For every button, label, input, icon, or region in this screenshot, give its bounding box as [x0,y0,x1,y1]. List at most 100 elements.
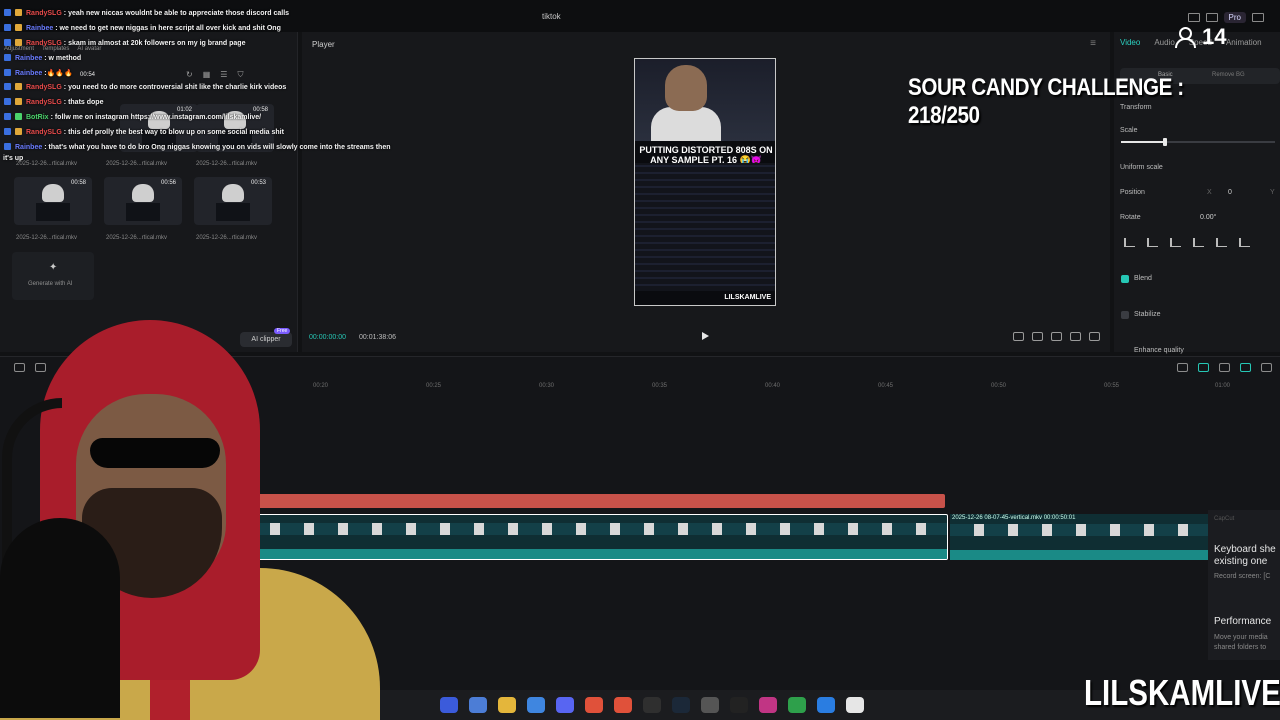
chat-message: Rainbee:🔥🔥🔥 [4,69,73,77]
taskbar-app-icon[interactable] [643,697,661,713]
taskbar-app-icon[interactable] [846,697,864,713]
thumb-label: 2025-12-26...rtical.mkv [16,161,78,167]
webcam-overlay [0,318,380,720]
chat-message: Rainbee: that's what you have to do bro … [4,143,391,151]
blend-label[interactable]: Blend [1134,275,1152,282]
preview-axis-icon[interactable] [1240,363,1251,372]
shortcut-icon[interactable] [1205,13,1218,22]
chat-message: Rainbee: w method [4,54,81,62]
scale-slider-fill [1121,141,1165,143]
grid-view-icon[interactable]: ▦ [203,70,211,80]
chat-message: RandySLG: this def prolly the best way t… [4,128,284,136]
badge-icon [4,113,11,120]
tab-animation[interactable]: Animation [1226,38,1262,47]
tips-line: Keyboard she [1214,544,1276,555]
badge-icon [15,9,22,16]
ruler-tick: 00:45 [878,383,894,389]
chat-text: : follw me on instagram https://www.inst… [50,114,262,121]
taskbar-app-icon[interactable] [672,697,690,713]
layout-icon[interactable] [1187,13,1200,22]
stabilize-checkbox[interactable] [1121,311,1129,319]
taskbar-app-icon[interactable] [759,697,777,713]
media-thumbnail[interactable]: 00:53 [194,177,272,225]
person-thumb-icon [132,184,154,202]
thumb-label: 2025-12-26...rtical.mkv [196,235,258,241]
uniform-scale-label: Uniform scale [1120,164,1163,171]
align-left-icon[interactable] [1124,238,1135,247]
link-icon[interactable] [1198,363,1209,372]
person-thumb-icon [42,184,64,202]
scale-slider-knob[interactable] [1163,138,1167,146]
play-icon[interactable] [702,332,709,340]
taskbar-app-icon[interactable] [527,697,545,713]
chat-user: Rainbee [15,55,43,62]
rotate-input[interactable]: 0.00° [1200,214,1216,221]
thumb-duration: 00:53 [250,180,266,186]
chat-text: : skam im almost at 20k followers on my … [63,40,246,47]
badge-icon [4,143,11,150]
tips-line: Move your media [1214,634,1268,641]
taskbar-app-icon[interactable] [585,697,603,713]
chat-text: : you need to do more controversial shit… [63,84,287,91]
mic-icon[interactable] [1177,363,1188,372]
clip-frames [950,524,1208,536]
taskbar-app-icon[interactable] [469,697,487,713]
quality-icon[interactable] [1070,332,1081,341]
export-icon[interactable] [1252,13,1264,22]
menu-icon[interactable]: ≡ [1090,38,1096,49]
taskbar-app-icon[interactable] [614,697,632,713]
media-thumbnail[interactable]: 00:58 [14,177,92,225]
taskbar-app-icon[interactable] [498,697,516,713]
align-middle-icon[interactable] [1216,238,1227,247]
challenge-overlay: SOUR CANDY CHALLENGE : 218/250 [908,74,1184,129]
pro-badge[interactable]: Pro [1223,12,1246,23]
refresh-icon[interactable]: ↻ [186,70,193,80]
viewer-count: 14 [1172,24,1226,50]
daw-thumb [216,203,250,221]
tips-title: Performance [1214,616,1272,627]
player-title: Player [312,40,335,49]
video-preview[interactable]: PUTTING DISTORTED 808S ON ANY SAMPLE PT.… [634,58,776,306]
badge-icon [4,83,11,90]
badge-icon [15,24,22,31]
tab-video[interactable]: Video [1120,38,1140,47]
blend-checkbox[interactable] [1121,275,1129,283]
zoom-fit-icon[interactable] [1261,363,1272,372]
timeline-clip[interactable]: 2025-12-26 08-07-45-vertical.mkv 00:00:5… [950,514,1208,560]
taskbar-app-icon[interactable] [556,697,574,713]
align-bottom-icon[interactable] [1239,238,1250,247]
badge-icon [4,54,11,61]
clip-label: 2025-12-26 08-07-45-vertical.mkv 00:00:5… [952,515,1076,521]
chat-text: : this def prolly the best way to blow u… [63,129,284,136]
taskbar-app-icon[interactable] [730,697,748,713]
filter-icon[interactable]: ⛉ [237,70,243,80]
stabilize-label[interactable]: Stabilize [1134,311,1160,318]
crop-icon[interactable] [1013,332,1024,341]
generate-with-ai-button[interactable]: ✦ Generate with AI [12,252,94,300]
align-right-icon[interactable] [1170,238,1181,247]
position-x-input[interactable]: 0 [1228,189,1232,196]
ratio-icon[interactable] [1032,332,1043,341]
sparkle-icon: ✦ [49,262,58,273]
clip-waveform [950,550,1208,560]
align-center-icon[interactable] [1147,238,1158,247]
thumb-label: 2025-12-26...rtical.mkv [106,235,168,241]
preview-handle: LILSKAMLIVE [724,294,771,301]
align-top-icon[interactable] [1193,238,1204,247]
taskbar-app-icon[interactable] [701,697,719,713]
chat-message: Rainbee: we need to get new niggas in he… [4,24,281,32]
snapshot-icon[interactable] [1051,332,1062,341]
media-thumbnail[interactable]: 00:56 [104,177,182,225]
taskbar-app-icon[interactable] [440,697,458,713]
generate-label: Generate with AI [28,281,73,287]
taskbar-app-icon[interactable] [817,697,835,713]
scale-slider-track[interactable] [1165,141,1275,143]
enhance-quality-label[interactable]: Enhance quality [1134,347,1184,354]
snap-icon[interactable] [1219,363,1230,372]
sort-icon[interactable]: ☰ [220,70,227,80]
fullscreen-icon[interactable] [1089,332,1100,341]
taskbar-app-icon[interactable] [788,697,806,713]
chat-text: : we need to get new niggas in here scri… [55,25,281,32]
viewers-icon [1172,26,1196,48]
player-controls [1013,332,1100,341]
